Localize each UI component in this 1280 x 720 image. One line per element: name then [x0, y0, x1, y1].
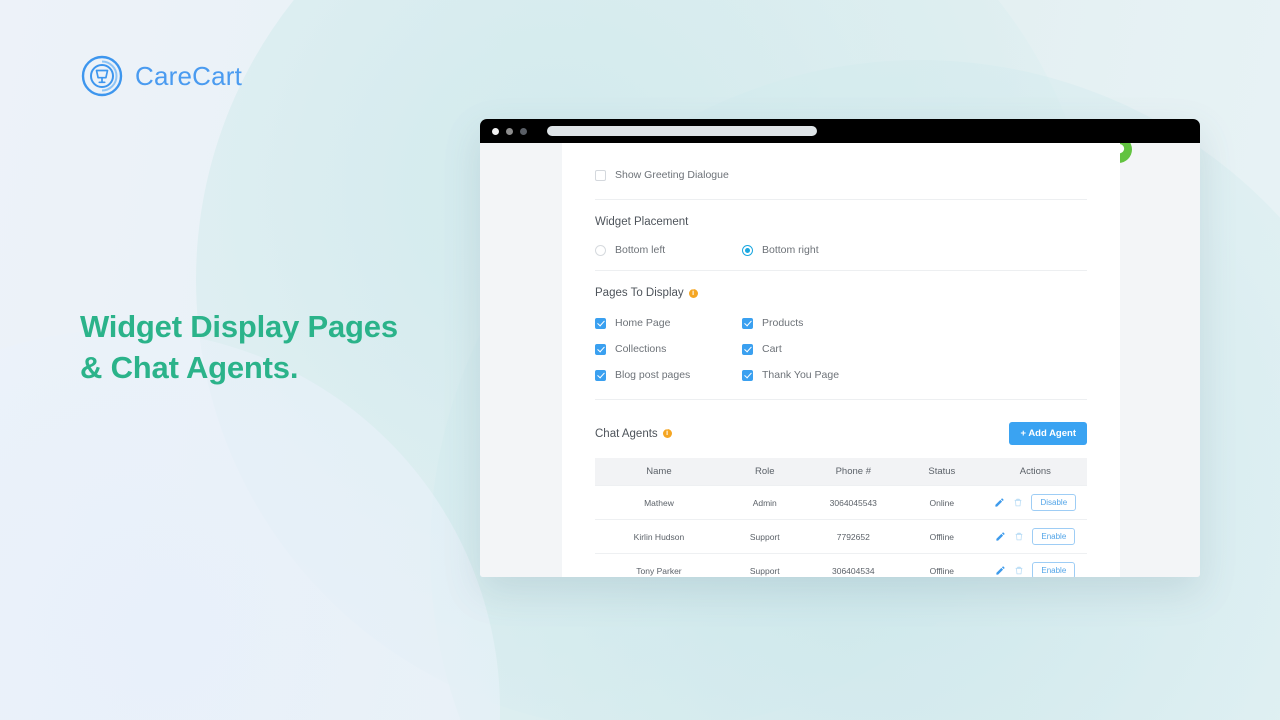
page-collections-checkbox[interactable] — [595, 343, 606, 355]
pencil-icon[interactable] — [995, 531, 1006, 542]
chat-agents-title-text: Chat Agents — [595, 427, 658, 440]
agent-phone: 3064045543 — [806, 485, 901, 520]
agent-toggle-button[interactable]: Disable — [1031, 494, 1077, 511]
divider-after-greeting — [595, 199, 1087, 200]
actions-group: Enable — [984, 528, 1087, 545]
trash-icon[interactable] — [1013, 497, 1023, 508]
agent-role: Support — [722, 519, 807, 554]
divider-after-pages — [595, 399, 1087, 400]
page-home-page-checkbox[interactable] — [595, 317, 606, 329]
column-header-actions: Actions — [983, 458, 1087, 486]
page-option-home-page[interactable]: Home Page — [595, 313, 742, 333]
page-cart-checkbox[interactable] — [742, 343, 753, 355]
column-header-name: Name — [595, 458, 723, 486]
agent-name: Mathew — [595, 485, 723, 520]
page-option-cart[interactable]: Cart — [742, 339, 889, 359]
chat-agents-table-body: Mathew Admin 3064045543 Online Disable K… — [595, 485, 1087, 577]
pencil-icon[interactable] — [994, 497, 1005, 508]
chat-agents-table-head: Name Role Phone # Status Actions — [595, 458, 1087, 486]
page-thank-you-page-label: Thank You Page — [762, 369, 840, 381]
widget-placement-title-text: Widget Placement — [595, 216, 689, 228]
page-thank-you-page-checkbox[interactable] — [742, 369, 753, 381]
page-products-label: Products — [762, 317, 804, 329]
table-header-row: Name Role Phone # Status Actions — [595, 458, 1087, 486]
divider-after-placement — [595, 270, 1087, 271]
page-blog-post-pages-checkbox[interactable] — [595, 369, 606, 381]
placement-bottom-left-radio[interactable] — [595, 244, 606, 256]
placement-bottom-left-label: Bottom left — [615, 244, 666, 256]
page-cart-label: Cart — [762, 343, 782, 355]
agent-phone: 306404534 — [806, 553, 901, 577]
placement-bottom-right-radio[interactable] — [742, 244, 753, 256]
window-close-dot-icon[interactable] — [492, 127, 499, 135]
pages-to-display-info-icon[interactable]: i — [688, 288, 698, 298]
add-agent-button[interactable]: + Add Agent — [1009, 422, 1087, 445]
agent-toggle-button[interactable]: Enable — [1032, 562, 1076, 577]
actions-group: Enable — [984, 562, 1087, 577]
window-minimize-dot-icon[interactable] — [506, 127, 513, 135]
chat-agents-header: Chat Agents i + Add Agent — [595, 422, 1087, 445]
pages-to-display-title-text: Pages To Display — [595, 287, 684, 299]
page-products-checkbox[interactable] — [742, 317, 753, 329]
agent-status: Offline — [900, 519, 984, 554]
page-collections-label: Collections — [615, 343, 667, 355]
brand-name: CareCart — [135, 60, 243, 91]
window-maximize-dot-icon[interactable] — [520, 127, 527, 135]
agent-actions: Enable — [983, 519, 1087, 554]
show-greeting-dialogue-checkbox[interactable] — [595, 169, 606, 181]
chat-agents-info-icon[interactable]: i — [662, 429, 672, 438]
agent-status: Offline — [900, 553, 984, 577]
trash-icon[interactable] — [1014, 531, 1024, 542]
pages-to-display-options: Home Page Products Collections Cart Blog… — [595, 313, 1087, 385]
carecart-circle-logo-icon — [81, 55, 123, 97]
show-greeting-dialogue-row[interactable]: Show Greeting Dialogue — [595, 165, 1087, 185]
actions-group: Disable — [984, 494, 1087, 511]
page-option-products[interactable]: Products — [742, 313, 889, 333]
page-root: CareCart Widget Display Pages & Chat Age… — [0, 0, 1280, 720]
agent-name: Kirlin Hudson — [595, 519, 723, 554]
page-option-collections[interactable]: Collections — [595, 339, 742, 359]
page-option-blog-post-pages[interactable]: Blog post pages — [595, 365, 742, 385]
agent-actions: Disable — [983, 485, 1087, 520]
agent-status: Online — [900, 485, 984, 520]
agent-role: Support — [722, 553, 807, 577]
browser-titlebar — [480, 119, 1200, 143]
agent-role: Admin — [722, 485, 807, 520]
agent-phone: 7792652 — [806, 519, 901, 554]
headline-line-2: & Chat Agents. — [80, 350, 299, 385]
agent-name: Tony Parker — [595, 553, 723, 577]
address-bar[interactable] — [547, 126, 817, 136]
pages-to-display-title: Pages To Display i — [595, 287, 1087, 299]
chat-agents-table: Name Role Phone # Status Actions Mathew … — [595, 458, 1087, 577]
column-header-status: Status — [900, 458, 984, 486]
table-row: Kirlin Hudson Support 7792652 Offline En… — [595, 519, 1087, 554]
browser-viewport: Show Greeting Dialogue Widget Placement … — [480, 143, 1200, 577]
page-blog-post-pages-label: Blog post pages — [615, 369, 691, 381]
trash-icon[interactable] — [1014, 565, 1024, 576]
pencil-icon[interactable] — [995, 565, 1006, 576]
placement-option-bottom-right[interactable]: Bottom right — [742, 244, 889, 256]
browser-window: Show Greeting Dialogue Widget Placement … — [480, 119, 1200, 577]
placement-bottom-right-label: Bottom right — [762, 244, 819, 256]
widget-settings-card: Show Greeting Dialogue Widget Placement … — [562, 143, 1120, 577]
brand-logo: CareCart — [80, 54, 242, 98]
agent-toggle-button[interactable]: Enable — [1032, 528, 1076, 545]
column-header-role: Role — [722, 458, 807, 486]
chat-agents-title: Chat Agents i — [595, 428, 672, 440]
table-row: Tony Parker Support 306404534 Offline En… — [595, 553, 1087, 577]
widget-placement-options: Bottom left Bottom right — [595, 244, 1087, 256]
widget-placement-title: Widget Placement — [595, 216, 1087, 228]
page-home-page-label: Home Page — [615, 317, 671, 329]
page-headline: Widget Display Pages & Chat Agents. — [80, 306, 480, 388]
show-greeting-dialogue-label: Show Greeting Dialogue — [615, 169, 729, 181]
agent-actions: Enable — [983, 553, 1087, 577]
table-row: Mathew Admin 3064045543 Online Disable — [595, 485, 1087, 520]
column-header-phone: Phone # — [806, 458, 901, 486]
headline-line-1: Widget Display Pages — [80, 309, 398, 344]
placement-option-bottom-left[interactable]: Bottom left — [595, 244, 742, 256]
page-option-thank-you-page[interactable]: Thank You Page — [742, 365, 889, 385]
